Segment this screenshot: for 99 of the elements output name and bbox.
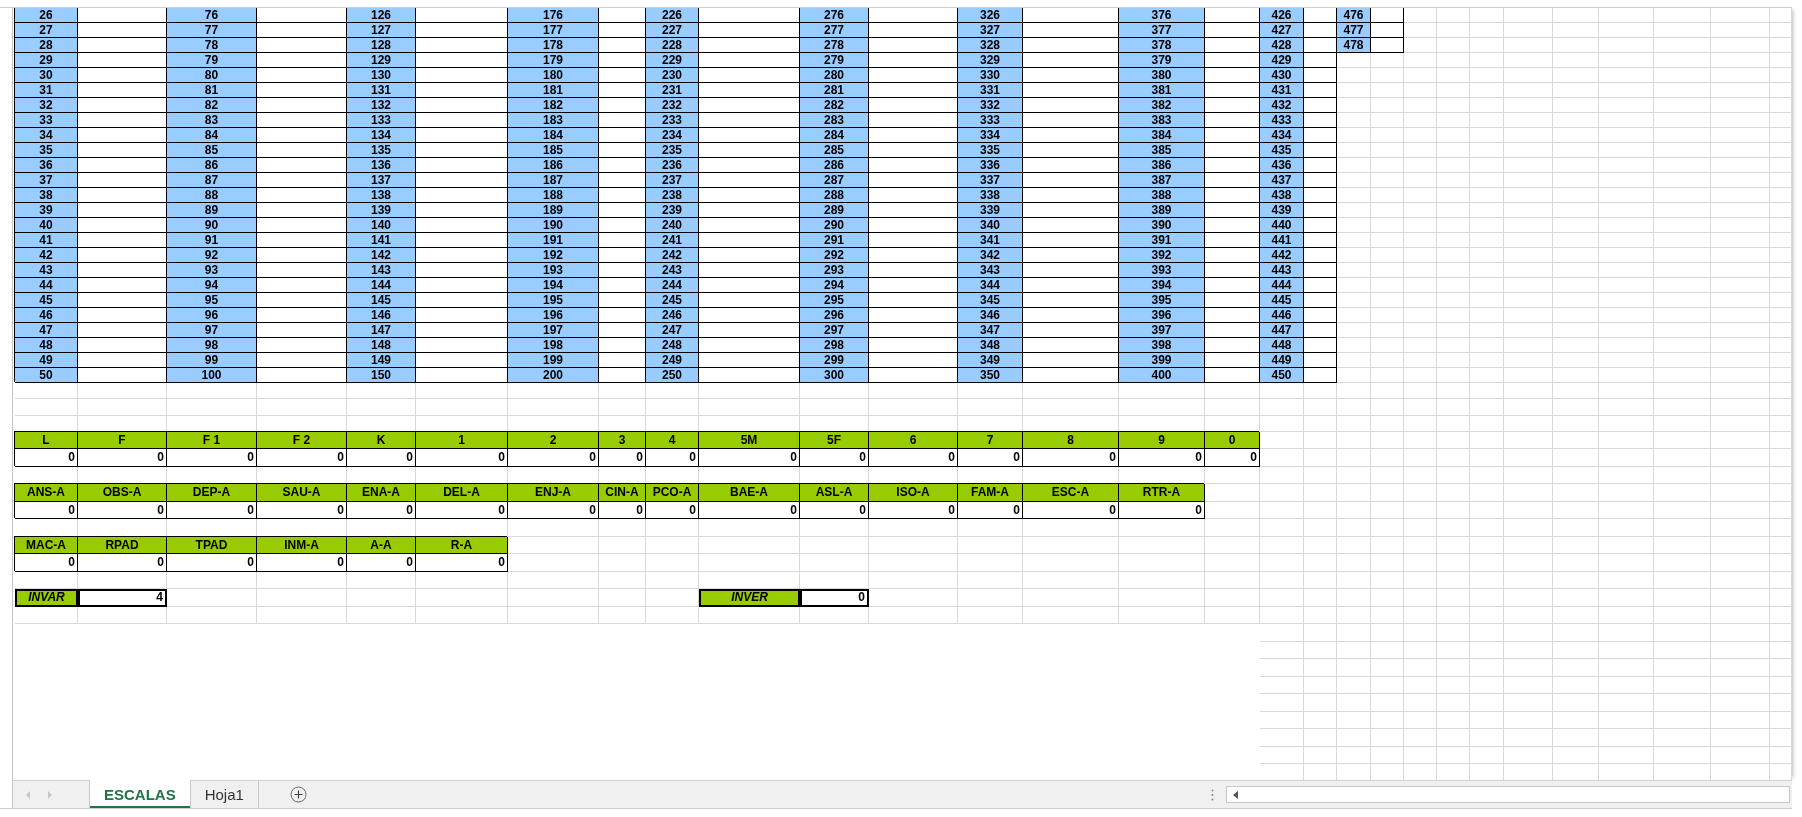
number-cell: 200 (508, 368, 599, 383)
number-cell: 150 (347, 368, 416, 383)
scale-value-cell: 0 (599, 449, 646, 467)
scale-header-cell: RTR-A (1119, 484, 1205, 502)
scale-value-cell: 0 (1119, 501, 1205, 520)
scale-header-cell: 5F (800, 431, 869, 450)
scale-header-cell: ENJ-A (508, 484, 599, 502)
scale-header-cell: ISO-A (869, 484, 958, 502)
scale-header-cell: 1 (416, 431, 508, 450)
scale-header-cell: FAM-A (958, 484, 1023, 502)
scale-value-cell: 0 (78, 501, 167, 520)
scale-header-cell: RPAD (78, 536, 167, 555)
scale-value-cell: 0 (15, 501, 78, 520)
scale-value-cell: 0 (78, 449, 167, 467)
scale-header-cell: F 1 (167, 431, 257, 450)
scale-header-cell: ESC-A (1023, 484, 1119, 502)
scale-value-cell: 0 (869, 449, 958, 467)
sheet-tab[interactable]: ESCALAS (89, 780, 191, 808)
scale-value-cell: 0 (257, 554, 347, 572)
plus-icon (289, 786, 307, 803)
add-sheet-button[interactable] (288, 785, 308, 804)
scale-value-cell: 0 (699, 501, 800, 520)
scale-value-cell: 0 (699, 449, 800, 467)
scale-header-cell: DEL-A (416, 484, 508, 502)
scale-header-cell: L (15, 431, 78, 450)
score-label: INVAR (15, 589, 78, 607)
number-cell: 400 (1119, 368, 1205, 383)
scale-value-cell: 0 (416, 554, 508, 572)
horizontal-scrollbar[interactable] (1226, 786, 1790, 803)
number-cell: 100 (167, 368, 257, 383)
scale-value-cell: 0 (15, 449, 78, 467)
scale-value-cell: 0 (416, 501, 508, 520)
scale-value-cell: 0 (869, 501, 958, 520)
scale-value-cell: 0 (257, 449, 347, 467)
scale-header-cell: F (78, 431, 167, 450)
scale-header-cell: 4 (646, 431, 699, 450)
scale-value-cell: 0 (1023, 501, 1119, 520)
score-label: INVER (699, 589, 800, 607)
scale-header-cell: ASL-A (800, 484, 869, 502)
scale-header-cell: 9 (1119, 431, 1205, 450)
scale-header-cell: K (347, 431, 416, 450)
scale-header-cell: 0 (1205, 431, 1260, 450)
scale-value-cell: 0 (958, 449, 1023, 467)
scroll-left-icon[interactable] (1233, 790, 1238, 799)
scale-header-cell: BAE-A (699, 484, 800, 502)
score-value: 4 (78, 589, 167, 607)
scale-header-cell: 8 (1023, 431, 1119, 450)
number-cell: 478 (1337, 38, 1371, 53)
number-cell: 350 (958, 368, 1023, 383)
scale-value-cell: 0 (508, 501, 599, 520)
scale-value-cell: 0 (646, 449, 699, 467)
scale-header-cell: DEP-A (167, 484, 257, 502)
scale-header-cell: CIN-A (599, 484, 646, 502)
scale-header-cell: 6 (869, 431, 958, 450)
scale-header-cell: F 2 (257, 431, 347, 450)
scale-header-cell: MAC-A (15, 536, 78, 555)
scale-value-cell: 0 (167, 449, 257, 467)
scale-value-cell: 0 (347, 501, 416, 520)
scale-header-cell: SAU-A (257, 484, 347, 502)
scale-header-cell: TPAD (167, 536, 257, 555)
scale-value-cell: 0 (257, 501, 347, 520)
number-cell: 250 (646, 368, 699, 383)
score-value: 0 (800, 589, 869, 607)
scale-value-cell: 0 (347, 554, 416, 572)
scale-value-cell: 0 (1119, 449, 1205, 467)
scale-value-cell: 0 (508, 449, 599, 467)
scale-header-cell: A-A (347, 536, 416, 555)
answer-cell (1304, 368, 1337, 383)
scale-header-cell: PCO-A (646, 484, 699, 502)
scale-header-cell: 5M (699, 431, 800, 450)
scale-header-cell: 7 (958, 431, 1023, 450)
number-cell: 50 (15, 368, 78, 383)
answer-cell (1371, 38, 1404, 53)
scale-header-cell: OBS-A (78, 484, 167, 502)
scale-header-cell: R-A (416, 536, 508, 555)
number-cell: 450 (1260, 368, 1304, 383)
scale-value-cell: 0 (167, 501, 257, 520)
scale-value-cell: 0 (167, 554, 257, 572)
scale-header-cell: ANS-A (15, 484, 78, 502)
scale-value-cell: 0 (78, 554, 167, 572)
answer-cell (599, 368, 646, 383)
scale-header-cell: ENA-A (347, 484, 416, 502)
scale-value-cell: 0 (599, 501, 646, 520)
scale-value-cell: 0 (15, 554, 78, 572)
scale-value-cell: 0 (646, 501, 699, 520)
scale-value-cell: 0 (1205, 449, 1260, 467)
scale-value-cell: 0 (347, 449, 416, 467)
scale-value-cell: 0 (958, 501, 1023, 520)
scale-header-cell: 3 (599, 431, 646, 450)
number-cell: 300 (800, 368, 869, 383)
more-options-icon[interactable] (1211, 788, 1214, 801)
scale-header-cell: 2 (508, 431, 599, 450)
scale-header-cell: INM-A (257, 536, 347, 555)
scale-value-cell: 0 (416, 449, 508, 467)
answer-cell (1205, 368, 1260, 383)
sheet-tab[interactable]: Hoja1 (190, 780, 259, 808)
scale-value-cell: 0 (1023, 449, 1119, 467)
scale-value-cell: 0 (800, 501, 869, 520)
scale-value-cell: 0 (800, 449, 869, 467)
